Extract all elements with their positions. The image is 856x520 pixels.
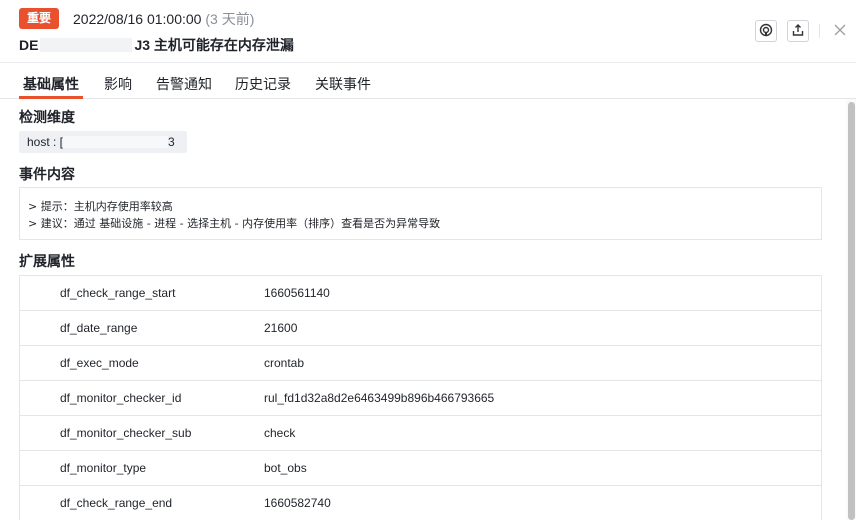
event-suggestion-line: > 建议：通过 基础设施 - 进程 - 选择主机 - 内存使用率（排序）查看是否… xyxy=(28,217,441,230)
attr-value: 1660561140 xyxy=(264,286,330,300)
host-prefix: host : [ xyxy=(27,135,64,149)
attr-key: df_exec_mode xyxy=(60,356,139,370)
table-row: df_date_range 21600 xyxy=(20,311,821,346)
title-prefix: DE xyxy=(19,37,39,53)
tab-alert-notification[interactable]: 告警通知 xyxy=(156,74,212,94)
title-suffix: J3 主机可能存在内存泄漏 xyxy=(134,37,294,53)
tab-related-events[interactable]: 关联事件 xyxy=(315,74,371,94)
attr-value: check xyxy=(264,426,296,440)
attr-key: df_monitor_type xyxy=(60,461,147,475)
host-suffix: 3 xyxy=(168,135,175,149)
attr-key: df_date_range xyxy=(60,321,138,335)
table-row: df_monitor_type bot_obs xyxy=(20,451,821,486)
table-row: df_exec_mode crontab xyxy=(20,346,821,381)
extended-attributes-title: 扩展属性 xyxy=(19,253,75,269)
export-button[interactable] xyxy=(787,20,809,42)
table-row: df_check_range_start 1660561140 xyxy=(20,276,821,311)
close-button[interactable] xyxy=(829,20,851,42)
tab-history[interactable]: 历史记录 xyxy=(235,74,291,94)
header-divider xyxy=(819,24,820,38)
attr-key: df_monitor_checker_id xyxy=(60,391,182,405)
event-timestamp: 2022/08/16 01:00:00 (3 天前) xyxy=(73,9,254,29)
event-hint-line: > 提示：主机内存使用率较高 xyxy=(28,200,173,213)
host-chip: host : [ 3 xyxy=(19,131,187,153)
scrollbar-thumb[interactable] xyxy=(848,102,855,520)
extended-attributes-table: df_check_range_start 1660561140 df_date_… xyxy=(19,275,822,520)
attr-value: 1660582740 xyxy=(264,496,331,510)
attr-value: rul_fd1d32a8d2e6463499b896b466793665 xyxy=(264,391,495,405)
detail-content: 检测维度 host : [ 3 事件内容 > 提示：主机内存使用率较高 > 建议：… xyxy=(0,99,846,520)
attr-value: crontab xyxy=(264,356,305,370)
event-header: 重要 2022/08/16 01:00:00 (3 天前) DE J3 主机可能存… xyxy=(0,0,856,62)
redacted-mask xyxy=(40,38,133,52)
export-icon xyxy=(791,23,805,40)
dimension-title: 检测维度 xyxy=(19,109,75,125)
event-content-title: 事件内容 xyxy=(19,166,75,182)
table-row: df_check_range_end 1660582740 xyxy=(20,486,821,520)
tab-impact[interactable]: 影响 xyxy=(104,74,132,94)
attr-key: df_check_range_start xyxy=(60,286,176,300)
attr-value: bot_obs xyxy=(264,461,307,475)
relative-time: (3 天前) xyxy=(205,11,255,27)
monitor-icon xyxy=(759,23,773,40)
table-row: df_monitor_checker_id rul_fd1d32a8d2e646… xyxy=(20,381,821,416)
redacted-mask xyxy=(63,136,169,148)
attr-value: 21600 xyxy=(264,321,298,335)
monitor-button[interactable] xyxy=(755,20,777,42)
severity-badge: 重要 xyxy=(19,8,60,29)
tab-basic-attributes[interactable]: 基础属性 xyxy=(23,74,79,94)
event-content-box: > 提示：主机内存使用率较高 > 建议：通过 基础设施 - 进程 - 选择主机 … xyxy=(19,187,822,240)
timestamp-value: 2022/08/16 01:00:00 xyxy=(73,11,202,27)
tab-bar: 基础属性 影响 告警通知 历史记录 关联事件 xyxy=(0,62,856,99)
close-icon xyxy=(834,24,846,39)
event-title: DE J3 主机可能存在内存泄漏 xyxy=(19,35,294,55)
table-row: df_monitor_checker_sub check xyxy=(20,416,821,451)
attr-key: df_check_range_end xyxy=(60,496,173,510)
attr-key: df_monitor_checker_sub xyxy=(60,426,192,440)
